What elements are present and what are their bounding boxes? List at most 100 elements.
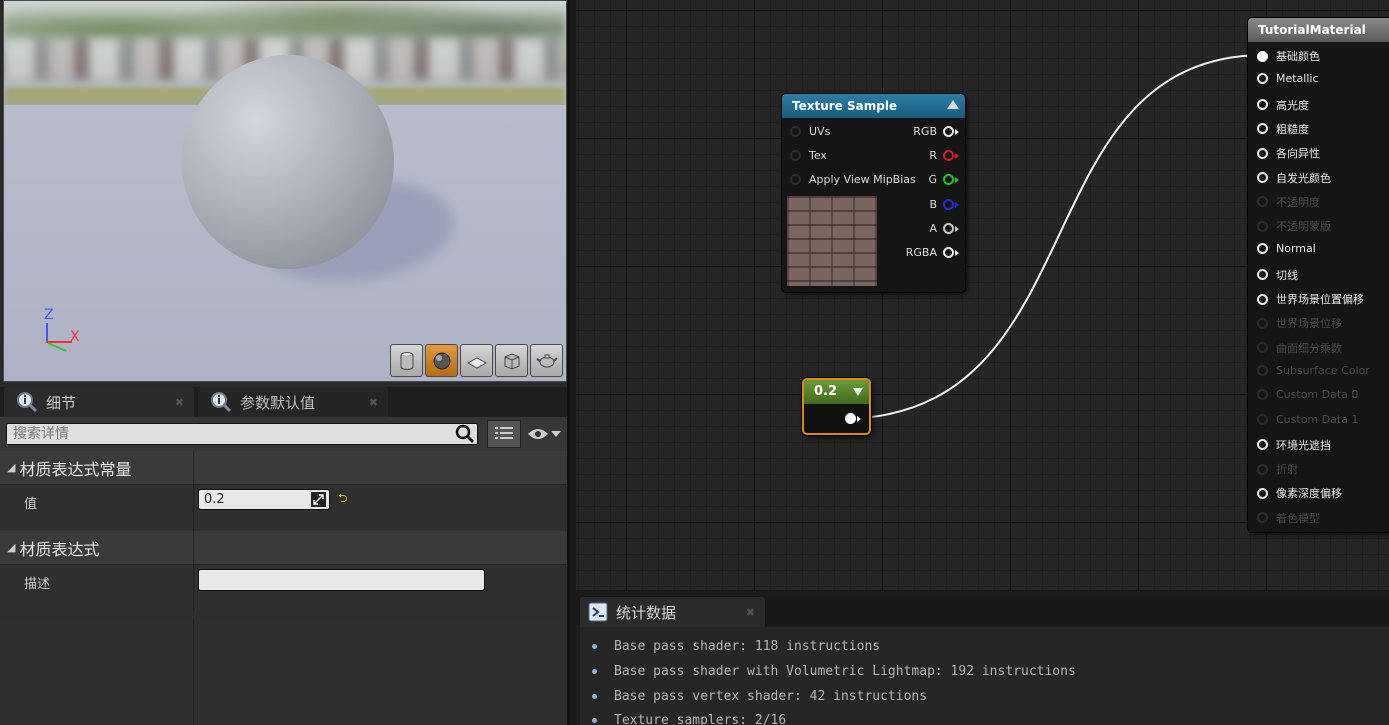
constant-node[interactable]: 0.2 xyxy=(802,378,871,435)
pin-label: 不透明度 xyxy=(1276,195,1320,209)
stat-text: Base pass shader with Volumetric Lightma… xyxy=(614,664,1076,679)
tab-parameter-defaults-label: 参数默认值 xyxy=(240,393,316,412)
pin-icon xyxy=(1257,512,1268,524)
pin-label: 环境光遮挡 xyxy=(1276,438,1331,452)
preview-sphere xyxy=(182,55,394,269)
material-input-pin[interactable]: 基础颜色 xyxy=(1257,48,1320,64)
output-pin-g[interactable]: G xyxy=(928,173,959,186)
stat-text: Base pass vertex shader: 42 instructions xyxy=(614,689,928,704)
output-pin-rgba[interactable]: RGBA xyxy=(906,246,959,259)
material-input-pin[interactable]: 高光度 xyxy=(1257,97,1309,113)
output-pin-a[interactable]: A xyxy=(929,222,959,235)
material-input-pin: Custom Data 0 xyxy=(1257,388,1358,401)
pin-icon[interactable] xyxy=(1257,243,1268,255)
pin-label: Subsurface Color xyxy=(1276,363,1370,377)
cylinder-preview-button[interactable] xyxy=(390,344,423,377)
view-options-button[interactable] xyxy=(487,420,521,448)
material-input-pin: 不透明蒙版 xyxy=(1257,218,1331,234)
tab-stats[interactable]: 统计数据 ✖ xyxy=(580,597,765,627)
material-input-pin[interactable]: Normal xyxy=(1257,242,1316,255)
pin-icon[interactable] xyxy=(943,223,954,234)
material-input-pin[interactable]: Metallic xyxy=(1257,72,1319,85)
material-input-pin: Custom Data 1 xyxy=(1257,413,1358,426)
panel-splitter[interactable] xyxy=(567,0,570,725)
tab-close-icon[interactable]: ✖ xyxy=(175,396,184,409)
pin-icon[interactable] xyxy=(1257,147,1268,159)
input-pin-tex[interactable]: Tex xyxy=(790,149,827,162)
pin-icon[interactable] xyxy=(943,174,954,185)
output-pin-b[interactable]: B xyxy=(929,198,959,211)
pin-icon[interactable] xyxy=(1257,487,1268,499)
pin-label: R xyxy=(929,149,937,162)
pin-icon[interactable] xyxy=(1257,439,1268,451)
visibility-filter-button[interactable] xyxy=(527,427,561,441)
pin-icon[interactable] xyxy=(1257,293,1268,305)
pin-label: Apply View MipBias xyxy=(809,173,916,186)
pin-icon[interactable] xyxy=(790,174,801,185)
sphere-preview-button[interactable] xyxy=(425,344,458,377)
category-material-expression[interactable]: ◢ 材质表达式 xyxy=(0,531,570,565)
tab-close-icon[interactable]: ✖ xyxy=(746,606,755,619)
material-input-pin[interactable]: 切线 xyxy=(1257,267,1298,283)
input-pin-uvs[interactable]: UVs xyxy=(790,125,830,138)
constant-node-header[interactable]: 0.2 xyxy=(804,380,869,404)
material-graph-canvas[interactable]: Texture Sample UVs Tex Apply View MipBia… xyxy=(576,0,1389,590)
pin-icon[interactable] xyxy=(1257,123,1268,135)
stat-line: Base pass vertex shader: 42 instructions xyxy=(592,689,927,704)
info-search-icon xyxy=(17,392,38,413)
input-pin-apply-view-mipbias[interactable]: Apply View MipBias xyxy=(790,173,916,186)
custom-mesh-preview-button[interactable] xyxy=(530,344,563,377)
bullet-icon xyxy=(592,718,597,723)
material-input-pin[interactable]: 各向异性 xyxy=(1257,145,1320,161)
details-search-row: 搜索详情 xyxy=(0,417,570,451)
expand-icon[interactable] xyxy=(311,492,326,507)
pin-icon xyxy=(1257,389,1268,401)
texture-sample-header[interactable]: Texture Sample xyxy=(782,94,965,118)
pin-label: 基础颜色 xyxy=(1276,50,1320,63)
property-row-value: 值 0.2 ⮌ xyxy=(0,485,570,531)
search-icon[interactable] xyxy=(455,424,475,444)
tab-close-icon[interactable]: ✖ xyxy=(369,396,378,409)
details-tab-bar: 细节 ✖ 参数默认值 ✖ xyxy=(0,387,570,417)
material-input-pin[interactable]: 世界场景位置偏移 xyxy=(1257,291,1364,307)
pin-icon[interactable] xyxy=(943,126,954,137)
tab-details[interactable]: 细节 ✖ xyxy=(4,387,194,417)
stat-line: Base pass shader: 118 instructions xyxy=(592,639,880,654)
pin-icon[interactable] xyxy=(1257,172,1268,183)
collapse-triangle-icon[interactable] xyxy=(947,100,959,109)
pin-icon[interactable] xyxy=(943,247,954,258)
details-empty-area xyxy=(0,619,570,725)
material-node-header[interactable]: TutorialMaterial xyxy=(1248,18,1389,42)
material-result-node[interactable]: TutorialMaterial 基础颜色 Metallic 高光度粗糙度各向异性自… xyxy=(1248,18,1389,532)
tab-parameter-defaults[interactable]: 参数默认值 ✖ xyxy=(198,387,388,417)
cube-preview-button[interactable] xyxy=(495,344,528,377)
details-search-input[interactable]: 搜索详情 xyxy=(6,423,478,445)
output-pin[interactable] xyxy=(845,413,861,424)
texture-sample-node[interactable]: Texture Sample UVs Tex Apply View MipBia… xyxy=(782,94,965,292)
preview-viewport[interactable]: Z X xyxy=(3,0,567,382)
category-material-expression-constant[interactable]: ◢ 材质表达式常量 xyxy=(0,451,570,485)
pin-icon[interactable] xyxy=(1257,99,1268,111)
pin-icon[interactable] xyxy=(790,150,801,161)
collapse-triangle-icon[interactable] xyxy=(853,388,863,396)
pin-icon[interactable] xyxy=(790,126,801,137)
description-input[interactable] xyxy=(198,569,485,591)
stat-line: Base pass shader with Volumetric Lightma… xyxy=(592,664,1076,679)
material-input-pin[interactable]: 粗糙度 xyxy=(1257,121,1309,137)
output-pin-r[interactable]: R xyxy=(929,149,959,162)
material-input-pin[interactable]: 环境光遮挡 xyxy=(1257,437,1331,453)
pin-icon xyxy=(1257,196,1268,208)
pin-icon[interactable] xyxy=(943,199,954,210)
pin-icon[interactable] xyxy=(845,413,856,424)
plane-preview-button[interactable] xyxy=(460,344,493,377)
pin-icon[interactable] xyxy=(943,150,954,161)
material-input-pin[interactable]: 像素深度偏移 xyxy=(1257,485,1342,501)
output-pin-rgb[interactable]: RGB xyxy=(913,125,959,138)
value-input[interactable]: 0.2 xyxy=(198,489,330,510)
material-editor-window: Z X 细节 ✖ 参数默认值 ✖ 搜索详情 ◢ 材质表达式常量 值 0.2 ⮌ … xyxy=(0,0,1389,725)
pin-icon[interactable] xyxy=(1257,269,1268,281)
pin-icon[interactable] xyxy=(1257,73,1268,85)
pin-icon[interactable] xyxy=(1257,50,1268,62)
reset-to-default-icon[interactable]: ⮌ xyxy=(338,489,348,510)
material-input-pin[interactable]: 自发光颜色 xyxy=(1257,170,1331,186)
